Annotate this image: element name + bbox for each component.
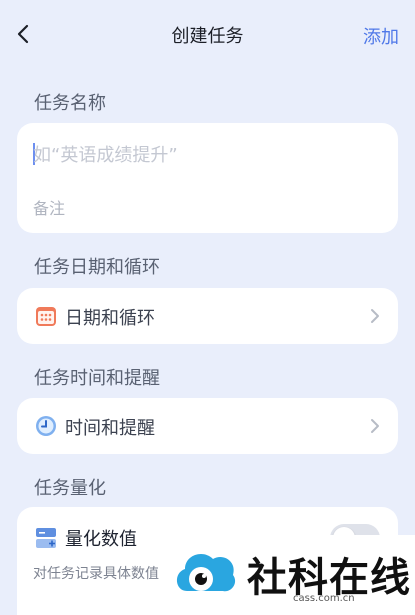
task-name-card: 如“英语成绩提升” 备注 [17, 123, 398, 233]
watermark-url: cass.com.cn [293, 593, 355, 604]
add-button[interactable]: 添加 [363, 23, 399, 49]
quantify-title: 量化数值 [65, 529, 137, 550]
time-reminder-label: 时间和提醒 [65, 418, 155, 439]
page-title: 创建任务 [171, 26, 244, 47]
quantify-icon [36, 528, 56, 548]
clock-icon [36, 416, 56, 436]
date-repeat-row[interactable]: 日期和循环 [17, 288, 398, 344]
watermark: 社科在线 cass.com.cn [165, 535, 415, 615]
chevron-right-icon [371, 309, 379, 323]
date-repeat-label: 日期和循环 [65, 308, 155, 329]
top-bar: 创建任务 添加 [0, 0, 415, 70]
time-reminder-row[interactable]: 时间和提醒 [17, 398, 398, 454]
section-label-time: 任务时间和提醒 [34, 368, 160, 389]
section-label-task-name: 任务名称 [34, 93, 106, 114]
section-label-quantify: 任务量化 [34, 478, 106, 499]
calendar-icon [36, 307, 56, 326]
note-input[interactable]: 备注 [33, 195, 65, 219]
section-label-date: 任务日期和循环 [34, 257, 160, 278]
watermark-logo-icon [176, 554, 236, 592]
chevron-right-icon [371, 419, 379, 433]
quantify-description: 对任务记录具体数值 [33, 566, 159, 582]
task-name-placeholder: 如“英语成绩提升” [33, 145, 178, 166]
